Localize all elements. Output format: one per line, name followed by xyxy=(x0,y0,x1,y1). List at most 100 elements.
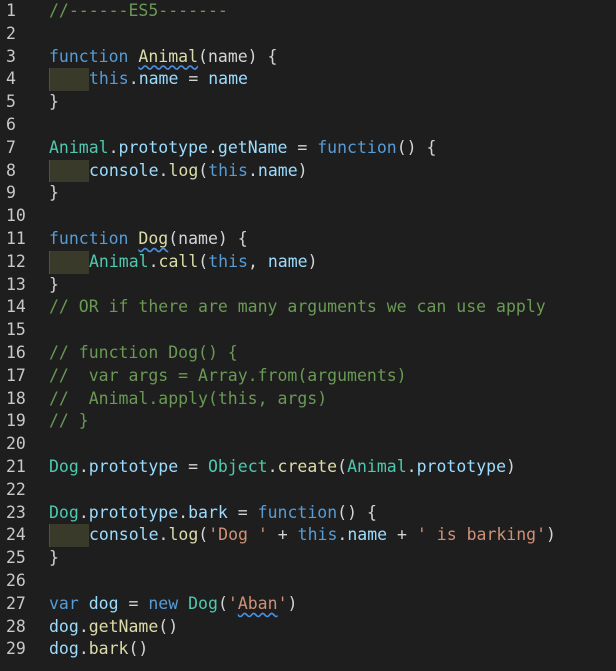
code-token: . xyxy=(128,69,139,89)
code-token: . xyxy=(207,137,218,157)
code-token: ( xyxy=(337,456,348,476)
code-text: } xyxy=(49,91,59,114)
code-line[interactable]: 12 Animal.call(this, name) xyxy=(0,250,616,274)
code-token: this xyxy=(297,525,338,545)
code-line[interactable]: 24 console.log('Dog ' + this.name + ' is … xyxy=(0,524,616,548)
code-line[interactable]: 9} xyxy=(0,182,616,205)
code-line[interactable]: 14 // OR if there are many arguments we c… xyxy=(0,296,616,319)
code-line[interactable]: 16 // function Dog() { xyxy=(0,342,616,365)
code-token: bark xyxy=(88,639,129,659)
code-text: // Animal.apply(this, args) xyxy=(49,388,327,411)
code-line[interactable]: 18 // Animal.apply(this, args) xyxy=(0,388,616,411)
code-line[interactable]: 17 // var args = Array.from(arguments) xyxy=(0,365,616,388)
code-text: var dog = new Dog('Aban') xyxy=(49,593,297,616)
code-text: // OR if there are many arguments we can… xyxy=(49,296,546,319)
code-line[interactable]: 3 function Animal(name) { xyxy=(0,46,616,69)
code-token: var xyxy=(49,593,89,613)
code-token: ( xyxy=(198,251,209,271)
code-line[interactable]: 23 Dog.prototype.bark = function() { xyxy=(0,502,616,525)
code-token: () xyxy=(158,616,179,636)
code-token: ' is barking' xyxy=(416,525,547,545)
code-token: prototype xyxy=(416,456,507,476)
code-line[interactable]: 26 xyxy=(0,570,616,593)
code-token: // var args = Array.from(arguments) xyxy=(49,365,407,385)
line-number: 20 xyxy=(6,434,26,454)
line-number: 13 xyxy=(6,274,26,294)
line-number: 6 xyxy=(6,114,16,134)
code-token: Dog xyxy=(49,502,79,522)
code-token: } xyxy=(49,183,59,203)
indent-guide xyxy=(49,524,89,548)
code-line[interactable]: 22 xyxy=(0,479,616,502)
line-number: 18 xyxy=(6,388,26,408)
code-line[interactable]: 29 dog.bark() xyxy=(0,638,616,661)
code-token: ( xyxy=(198,525,209,545)
line-number: 1 xyxy=(6,1,16,20)
code-token: ) xyxy=(287,593,298,613)
code-token: + xyxy=(387,525,417,545)
code-token: prototype xyxy=(118,137,208,157)
code-token: function xyxy=(49,46,139,66)
code-text: function Dog(name) { xyxy=(49,228,248,251)
code-token: () { xyxy=(396,137,437,157)
code-line[interactable]: 13} xyxy=(0,274,616,297)
code-token: (name) { xyxy=(168,228,248,248)
code-token: name xyxy=(257,160,298,180)
code-token: this xyxy=(208,160,248,180)
code-line[interactable]: 25} xyxy=(0,547,616,570)
code-line[interactable]: 15 xyxy=(0,319,616,342)
code-token: Dog xyxy=(138,228,169,248)
code-text: this.name = name xyxy=(49,68,248,92)
code-line[interactable]: 1 //------ES5------- xyxy=(0,0,616,23)
code-text: } xyxy=(49,274,59,297)
code-token: // } xyxy=(49,411,89,431)
code-line[interactable]: 5} xyxy=(0,91,616,114)
line-number: 14 xyxy=(6,297,26,317)
code-token: //------ES5------- xyxy=(49,1,228,20)
code-line[interactable]: 20 xyxy=(0,433,616,456)
code-line[interactable]: 21 Dog.prototype = Object.create(Animal.p… xyxy=(0,456,616,479)
line-number: 29 xyxy=(6,639,26,659)
code-token: , xyxy=(247,251,268,271)
code-token: . xyxy=(78,639,89,659)
code-token: Aban xyxy=(237,593,278,613)
code-token: bark xyxy=(188,502,228,522)
code-token: . xyxy=(78,502,89,522)
code-token: = xyxy=(227,502,258,522)
indent-guide xyxy=(49,250,89,274)
code-line[interactable]: 11 function Dog(name) { xyxy=(0,228,616,251)
code-token: prototype xyxy=(88,456,179,476)
line-number: 27 xyxy=(6,593,26,613)
code-token: = xyxy=(178,69,209,89)
code-line[interactable]: 2 xyxy=(0,23,616,46)
code-token: dog xyxy=(49,616,79,636)
code-line[interactable]: 7 Animal.prototype.getName = function() { xyxy=(0,137,616,160)
code-token: dog xyxy=(49,639,79,659)
code-token: . xyxy=(406,456,417,476)
line-number: 22 xyxy=(6,479,26,499)
line-number: 4 xyxy=(6,69,16,89)
code-line[interactable]: 4 this.name = name xyxy=(0,68,616,92)
code-token: . xyxy=(158,160,169,180)
code-line[interactable]: 10 xyxy=(0,205,616,228)
code-text: // } xyxy=(49,410,89,433)
code-text: Dog.prototype = Object.create(Animal.pro… xyxy=(49,456,516,479)
code-line[interactable]: 8 console.log(this.name) xyxy=(0,159,616,183)
code-line[interactable]: 27 var dog = new Dog('Aban') xyxy=(0,593,616,616)
code-token: . xyxy=(267,456,278,476)
code-token: . xyxy=(337,525,348,545)
code-line[interactable]: 28 dog.getName() xyxy=(0,616,616,639)
code-token: (name) { xyxy=(198,46,278,66)
code-token: name xyxy=(138,69,179,89)
code-line[interactable]: 6 xyxy=(0,114,616,137)
code-token: Dog xyxy=(188,593,218,613)
code-token: function xyxy=(49,228,139,248)
code-token: log xyxy=(168,525,199,545)
code-line[interactable]: 19 // } xyxy=(0,410,616,433)
line-number: 12 xyxy=(6,251,26,271)
line-number: 25 xyxy=(6,548,26,568)
line-number: 21 xyxy=(6,456,26,476)
indent-guide xyxy=(49,159,89,183)
code-editor[interactable]: 1 //------ES5------- 2 3 function Animal(nam… xyxy=(0,0,616,671)
line-number: 16 xyxy=(6,342,26,362)
